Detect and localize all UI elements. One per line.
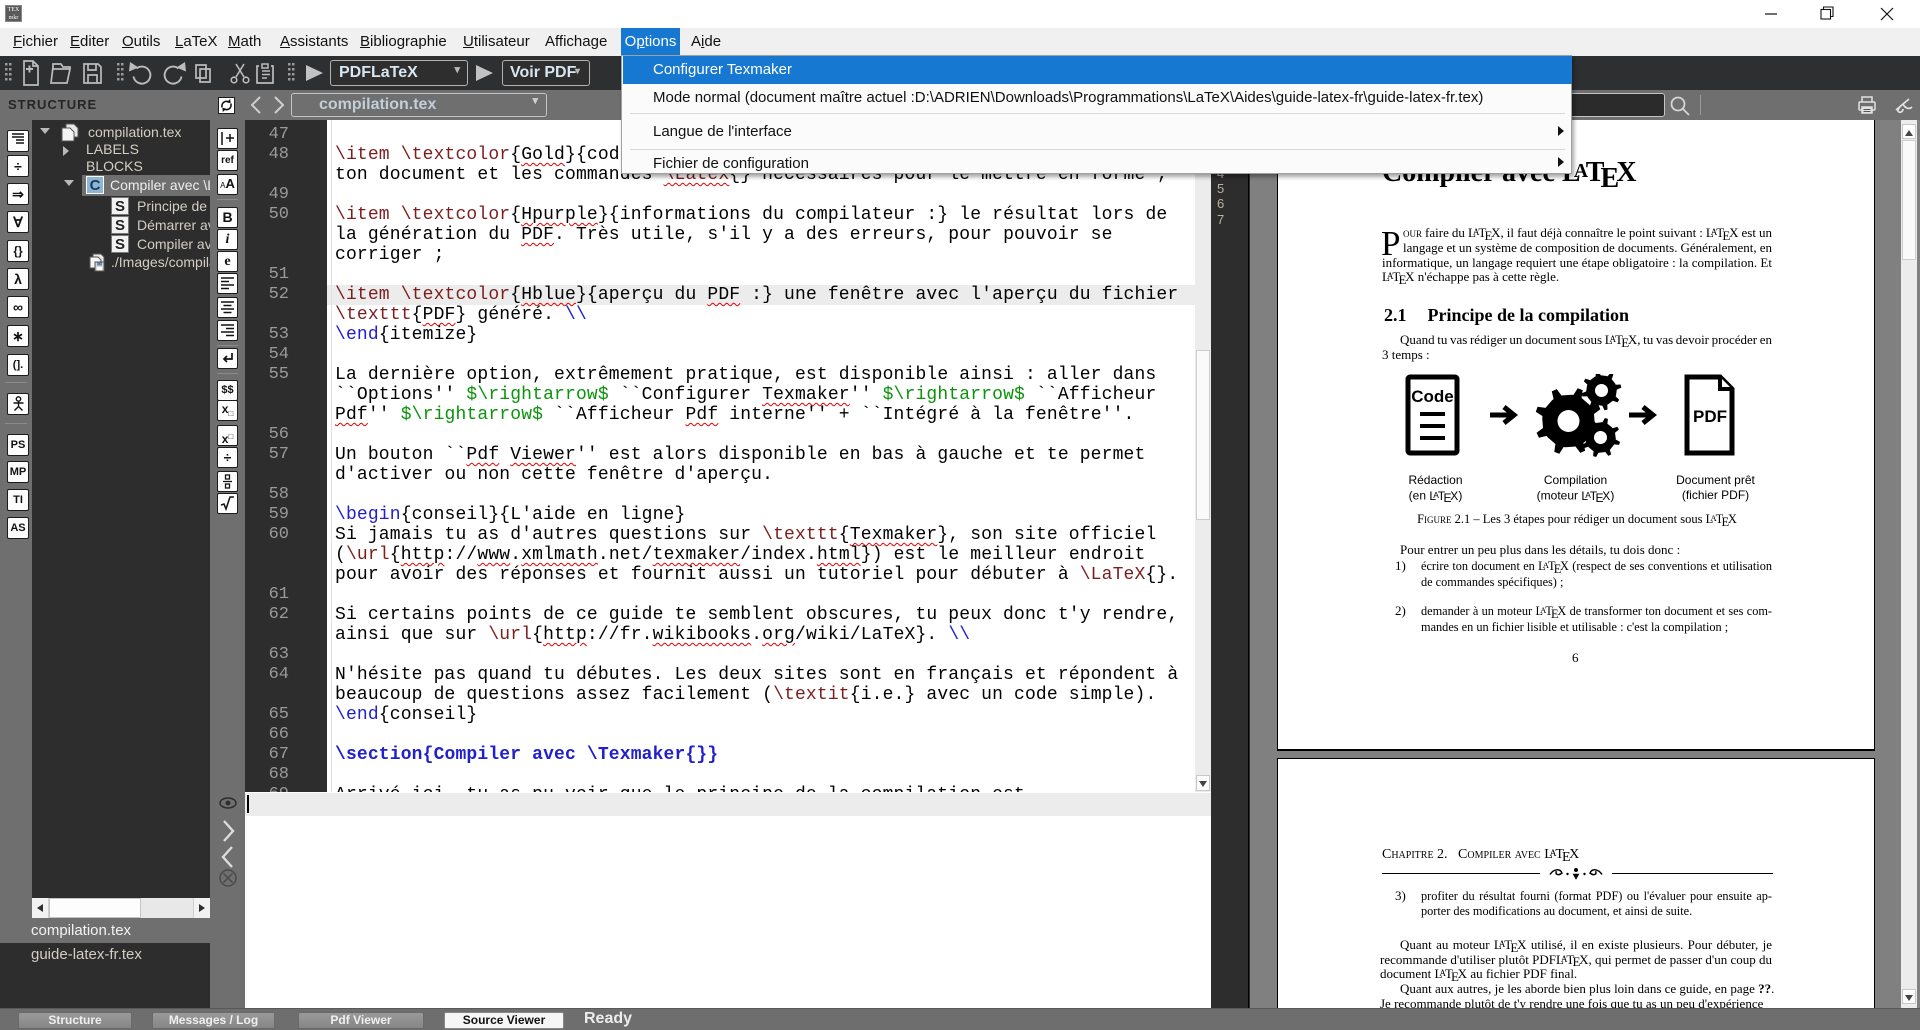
svg-text:Code: Code — [1411, 387, 1454, 406]
svg-text:PDF: PDF — [1693, 407, 1727, 426]
